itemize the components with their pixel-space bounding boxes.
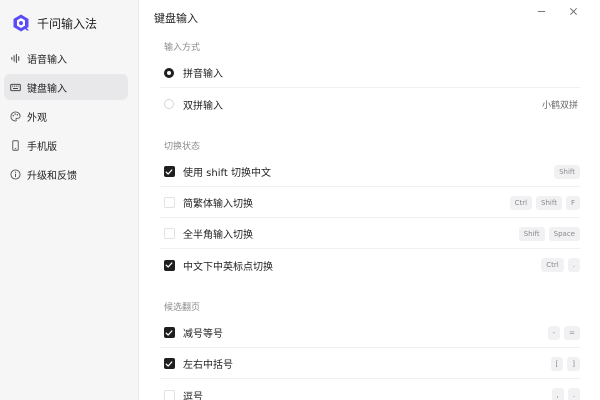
sidebar-item-label: 手机版 xyxy=(27,141,57,153)
sidebar-item-label: 语音输入 xyxy=(27,54,67,66)
sidebar-item-voice-input[interactable]: 语音输入 xyxy=(4,45,128,71)
sidebar-item-upgrade-feedback[interactable]: 升级和反馈 xyxy=(4,161,128,187)
key-badge: . xyxy=(567,388,580,400)
sidebar-item-label: 键盘输入 xyxy=(27,83,67,95)
key-badge: F xyxy=(565,195,580,210)
palette-icon xyxy=(10,110,21,122)
option-shuangpin-input[interactable]: 双拼输入 小鹤双拼 xyxy=(160,89,580,119)
shortcut-keys[interactable]: , . xyxy=(551,388,580,400)
shortcut-keys[interactable]: Ctrl Shift F xyxy=(509,195,580,210)
minimize-button[interactable] xyxy=(534,4,548,18)
sidebar: 千问输入法 语音输入 键盘输入 外观 手机版 升级和反馈 xyxy=(0,0,139,400)
radio-selected-indicator xyxy=(164,67,174,78)
minimize-icon xyxy=(537,10,545,12)
shortcut-keys[interactable]: - = xyxy=(547,325,580,340)
page-title: 键盘输入 xyxy=(154,12,198,25)
info-icon xyxy=(10,168,21,180)
key-badge: Space xyxy=(548,226,580,241)
check-icon xyxy=(165,168,173,175)
option-punctuation-toggle[interactable]: 中文下中英标点切换 Ctrl . xyxy=(160,250,580,280)
close-button[interactable] xyxy=(566,4,580,18)
option-bracket-paging[interactable]: 左右中括号 [ ] xyxy=(160,349,580,379)
checkbox-simp-trad[interactable] xyxy=(163,197,175,209)
check-icon xyxy=(165,329,173,336)
keyboard-icon xyxy=(10,82,21,93)
main-panel: 键盘输入 输入方式 拼音输入 双拼输入 小鹤双拼 切换状态 使用 shift 切… xyxy=(140,0,600,400)
option-simplified-traditional-toggle[interactable]: 简繁体输入切换 Ctrl Shift F xyxy=(160,188,580,218)
sidebar-item-appearance[interactable]: 外观 xyxy=(4,103,128,129)
section-title-toggle-state: 切换状态 xyxy=(164,142,201,152)
app-logo-icon xyxy=(13,14,29,32)
sidebar-nav: 语音输入 键盘输入 外观 手机版 升级和反馈 xyxy=(4,45,128,190)
key-badge: [ xyxy=(550,356,564,371)
waveform-icon xyxy=(10,53,21,64)
sidebar-item-label: 升级和反馈 xyxy=(27,170,77,182)
option-comma-paging[interactable]: 逗号 , . xyxy=(160,380,580,400)
sidebar-item-mobile[interactable]: 手机版 xyxy=(4,132,128,158)
checkbox-checked xyxy=(163,166,175,177)
option-shift-toggle-chinese[interactable]: 使用 shift 切换中文 Shift xyxy=(160,157,580,187)
shortcut-keys[interactable]: Shift Space xyxy=(518,226,580,241)
checkbox-unchecked xyxy=(163,228,175,239)
section-title-candidate-paging: 候选翻页 xyxy=(164,303,201,313)
key-badge: , xyxy=(551,388,564,400)
radio-pinyin[interactable] xyxy=(163,67,175,79)
option-label: 简繁体输入切换 xyxy=(183,199,253,210)
key-badge: Ctrl xyxy=(541,258,564,272)
sidebar-item-label: 外观 xyxy=(27,112,47,124)
checkbox-punctuation[interactable] xyxy=(163,259,175,271)
checkbox-checked xyxy=(163,358,175,369)
key-badge: ] xyxy=(567,356,580,371)
checkbox-minus-equal[interactable] xyxy=(163,327,175,339)
section-title-input-method: 输入方式 xyxy=(164,43,201,53)
shuangpin-scheme-selector[interactable]: 小鹤双拼 xyxy=(542,98,578,111)
key-badge: Shift xyxy=(536,195,562,210)
brand: 千问输入法 xyxy=(11,10,97,36)
checkbox-checked xyxy=(163,259,175,271)
close-icon xyxy=(569,7,577,15)
checkbox-comma[interactable] xyxy=(163,389,175,400)
option-label: 左右中括号 xyxy=(183,360,233,371)
radio-unselected-indicator xyxy=(164,99,174,109)
option-label: 逗号 xyxy=(183,391,203,400)
key-badge: = xyxy=(564,325,580,340)
option-label: 拼音输入 xyxy=(183,69,223,80)
option-label: 全半角输入切换 xyxy=(183,230,253,241)
checkbox-checked xyxy=(163,327,175,338)
option-label: 减号等号 xyxy=(183,329,223,340)
shortcut-keys[interactable]: Ctrl . xyxy=(541,258,580,272)
checkbox-unchecked xyxy=(163,197,175,208)
option-label: 使用 shift 切换中文 xyxy=(183,168,271,179)
option-label: 中文下中英标点切换 xyxy=(183,261,273,273)
phone-icon xyxy=(10,139,21,151)
check-icon xyxy=(165,262,173,268)
sidebar-item-keyboard-input[interactable]: 键盘输入 xyxy=(4,74,128,100)
check-icon xyxy=(165,360,173,367)
shortcut-keys[interactable]: Shift xyxy=(554,164,580,179)
key-badge: . xyxy=(567,258,580,272)
checkbox-full-half-width[interactable] xyxy=(163,228,175,240)
app-name: 千问输入法 xyxy=(37,16,98,31)
radio-shuangpin[interactable] xyxy=(163,98,175,110)
checkbox-unchecked xyxy=(163,389,175,400)
shortcut-keys[interactable]: [ ] xyxy=(550,356,580,371)
key-badge: Shift xyxy=(518,226,545,241)
key-badge: Shift xyxy=(554,164,580,179)
option-pinyin-input[interactable]: 拼音输入 xyxy=(160,58,580,88)
checkbox-shift-toggle[interactable] xyxy=(163,166,175,178)
key-badge: - xyxy=(547,325,561,340)
option-full-half-width-toggle[interactable]: 全半角输入切换 Shift Space xyxy=(160,219,580,249)
option-minus-equal-paging[interactable]: 减号等号 - = xyxy=(160,318,580,348)
option-label: 双拼输入 xyxy=(183,100,223,112)
checkbox-brackets[interactable] xyxy=(163,358,175,370)
key-badge: Ctrl xyxy=(509,195,533,210)
